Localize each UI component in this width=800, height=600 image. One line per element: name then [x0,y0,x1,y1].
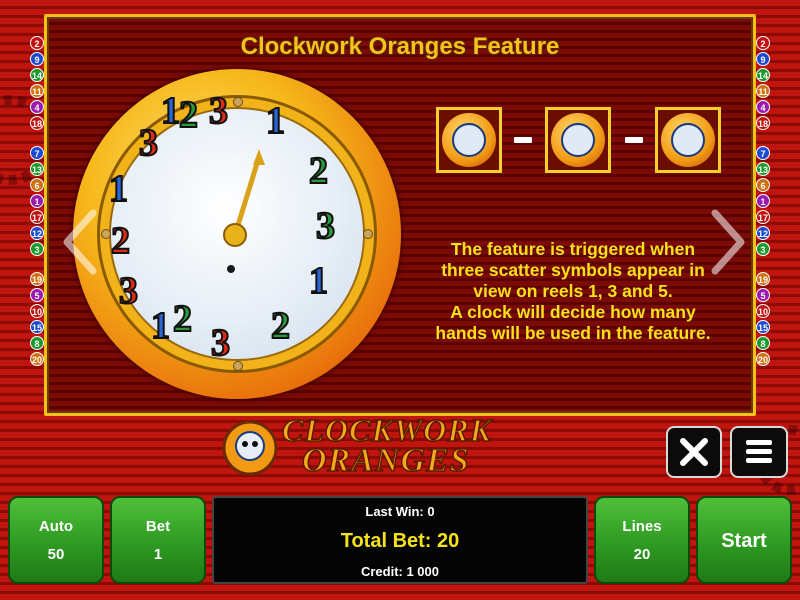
line-number-badge: 20 [30,352,44,366]
logo-line-2: ORANGES [301,441,470,480]
dash-separator [514,137,532,143]
feature-text-line: A clock will decide how many [450,302,696,322]
orange-clock-icon [551,113,605,167]
line-number-badge: 14 [30,68,44,82]
game-logo: CLOCKWORK ORANGES [222,411,578,482]
line-number-badge: 19 [30,272,44,286]
line-number-badge: 6 [30,178,44,192]
feature-text-line: view on reels 1, 3 and 5. [473,281,673,301]
line-number-badge: 17 [30,210,44,224]
line-number-badge: 15 [30,320,44,334]
bet-label: Bet [145,518,171,535]
line-number-badge: 7 [756,146,770,160]
menu-icon [746,440,772,463]
start-label: Start [721,530,767,552]
line-number-badge: 18 [30,116,44,130]
bet-button[interactable]: Bet 1 [110,496,206,584]
orange-clock-icon [442,113,496,167]
line-number-badge: 6 [756,178,770,192]
auto-label: Auto [38,518,74,535]
line-number-badge: 2 [756,36,770,50]
line-number-badge: 9 [30,52,44,66]
credit: Credit: 1 000 [360,564,440,579]
line-number-badge: 13 [756,162,770,176]
close-icon [680,438,708,466]
line-number-badge: 12 [756,226,770,240]
line-number-badge: 20 [756,352,770,366]
line-number-badge: 7 [30,146,44,160]
scatter-symbol [436,107,502,173]
line-number-badge: 15 [756,320,770,334]
line-number-badge: 4 [30,100,44,114]
page-title: Clockwork Oranges Feature [240,33,560,60]
lines-button[interactable]: Lines 20 [594,496,690,584]
clock: 312312321321312 [73,69,401,399]
line-number-badge: 8 [30,336,44,350]
feature-description: The feature is triggered when three scat… [403,239,743,344]
line-number-badge: 10 [756,304,770,318]
menu-button[interactable] [730,426,788,478]
lines-label: Lines [622,518,662,535]
line-number-badge: 13 [30,162,44,176]
scatter-symbol [545,107,611,173]
line-number-badge: 1 [756,194,770,208]
chevron-left-icon[interactable] [61,207,101,277]
line-number-badge: 18 [756,116,770,130]
feature-info-panel: Clockwork Oranges Feature 31231232132131… [44,14,756,416]
start-button[interactable]: Start [696,496,792,584]
auto-button[interactable]: Auto 50 [8,496,104,584]
line-number-badge: 14 [756,68,770,82]
line-number-badge: 3 [756,242,770,256]
close-button[interactable] [666,426,722,478]
line-number-badge: 8 [756,336,770,350]
line-number-badge: 11 [756,84,770,98]
feature-text-line: hands will be used in the feature. [435,323,711,343]
line-number-badge: 11 [30,84,44,98]
line-number-badge: 5 [30,288,44,302]
bet-info-display: Last Win: 0 Total Bet: 20 Credit: 1 000 [212,496,588,584]
feature-text-line: three scatter symbols appear in [441,260,705,280]
dash-separator [625,137,643,143]
clock-hand-icon [223,149,265,273]
line-number-badge: 19 [756,272,770,286]
line-number-badge: 3 [30,242,44,256]
line-number-badge: 5 [756,288,770,302]
feature-text-line: The feature is triggered when [450,239,696,259]
line-number-badge: 2 [30,36,44,50]
line-number-badge: 9 [756,52,770,66]
line-number-badge: 10 [30,304,44,318]
line-number-badge: 12 [30,226,44,240]
logo-clock-icon [222,420,278,476]
total-bet: Total Bet: 20 [340,530,460,552]
scatter-symbol [655,107,721,173]
line-number-badge: 1 [30,194,44,208]
line-indicators-right: 2 9 14 11 4 18 7 13 6 1 17 12 3 19 5 10 15 8 20 [756,36,772,366]
last-win: Last Win: 0 [365,504,435,519]
bet-value: 1 [153,546,163,563]
line-number-badge: 17 [756,210,770,224]
lines-value: 20 [633,546,651,563]
line-number-badge: 4 [756,100,770,114]
auto-value: 50 [47,546,65,563]
orange-clock-icon [661,113,715,167]
